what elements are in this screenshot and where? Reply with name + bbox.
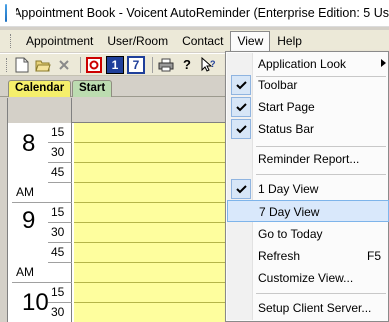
seven-day-label: 7 bbox=[132, 57, 140, 72]
menu-item-label: Customize View... bbox=[258, 271, 354, 285]
minute-label: 15 bbox=[48, 283, 72, 303]
minute-label: 45 bbox=[48, 163, 72, 183]
menu-item-start-page[interactable]: Start Page bbox=[227, 96, 389, 118]
minute-label: 15 bbox=[48, 123, 72, 143]
app-icon bbox=[5, 4, 17, 22]
menu-item-label: Setup Client Server... bbox=[258, 301, 372, 315]
menu-item-1-day-view[interactable]: 1 Day View bbox=[227, 178, 389, 200]
tab-start[interactable]: Start bbox=[72, 80, 113, 97]
toolbar-separator bbox=[152, 56, 153, 73]
menu-item-label: Toolbar bbox=[258, 78, 298, 92]
seven-day-icon[interactable]: 7 bbox=[127, 55, 145, 74]
time-row: 30 bbox=[8, 143, 72, 163]
svg-text:?: ? bbox=[210, 59, 216, 69]
toolbar-separator bbox=[80, 56, 81, 73]
menu-separator bbox=[256, 174, 386, 175]
menu-item-label: Refresh bbox=[258, 249, 301, 263]
refresh-icon[interactable] bbox=[85, 56, 103, 74]
menu-item-reminder-report[interactable]: Reminder Report... bbox=[227, 148, 389, 170]
menu-separator bbox=[256, 293, 386, 294]
menu-item-label: Start Page bbox=[258, 100, 315, 114]
toolbar-grip bbox=[6, 57, 9, 72]
new-icon[interactable] bbox=[13, 56, 31, 74]
menu-item-go-to-today[interactable]: Go to Today bbox=[227, 223, 389, 245]
check-icon bbox=[231, 119, 251, 139]
check-icon bbox=[231, 75, 251, 95]
minute-label: 45 bbox=[48, 243, 72, 263]
minute-label: 30 bbox=[48, 143, 72, 163]
open-icon[interactable] bbox=[34, 56, 52, 74]
menu-item-label: Go to Today bbox=[258, 227, 323, 241]
hour-label: 10 bbox=[22, 289, 49, 316]
menu-item-label: 1 Day View bbox=[258, 182, 319, 196]
time-column: 15 30 45 AM 15 30 45 AM 15 30 8 9 10 bbox=[8, 123, 72, 322]
minute-label: 30 bbox=[48, 303, 72, 322]
menu-user-room[interactable]: User/Room bbox=[100, 31, 175, 51]
ampm-label: AM bbox=[12, 263, 72, 283]
submenu-arrow-icon bbox=[381, 59, 386, 67]
delete-icon[interactable] bbox=[55, 56, 73, 74]
ampm-label: AM bbox=[12, 183, 72, 203]
minute-label: 15 bbox=[48, 203, 72, 223]
calendar-corner bbox=[8, 98, 72, 123]
menu-item-label: Application Look bbox=[258, 57, 347, 71]
time-row: AM bbox=[8, 263, 72, 283]
time-row: AM bbox=[8, 183, 72, 203]
tab-calendar[interactable]: Calendar bbox=[8, 80, 72, 97]
menu-contact[interactable]: Contact bbox=[175, 31, 230, 51]
time-row: 45 bbox=[8, 243, 72, 263]
menu-item-shortcut: F5 bbox=[367, 249, 382, 263]
time-row: 15 bbox=[8, 123, 72, 143]
menu-item-toolbar[interactable]: Toolbar bbox=[227, 74, 389, 96]
time-row: 30 bbox=[8, 223, 72, 243]
hour-label: 9 bbox=[22, 207, 36, 234]
print-icon[interactable] bbox=[157, 56, 175, 74]
menu-item-label: 7 Day View bbox=[259, 205, 320, 219]
menu-item-customize-view[interactable]: Customize View... bbox=[227, 267, 389, 289]
menu-item-setup-client-server[interactable]: Setup Client Server... bbox=[227, 297, 389, 319]
one-day-icon[interactable]: 1 bbox=[106, 55, 124, 74]
question-mark-glyph: ? bbox=[183, 57, 191, 72]
menu-view[interactable]: View bbox=[230, 30, 271, 52]
window-title: Appointment Book - Voicent AutoReminder … bbox=[13, 6, 389, 20]
title-bar: Appointment Book - Voicent AutoReminder … bbox=[0, 0, 389, 27]
menu-item-label: Reminder Report... bbox=[258, 152, 360, 166]
menubar-grip bbox=[10, 34, 13, 48]
time-row: 15 bbox=[8, 203, 72, 223]
hour-label: 8 bbox=[22, 130, 36, 157]
minute-label: 30 bbox=[48, 223, 72, 243]
menu-item-7-day-view[interactable]: 7 Day View bbox=[227, 200, 389, 222]
one-day-label: 1 bbox=[111, 57, 119, 72]
view-menu-dropdown: Application Look Toolbar Start Page Stat… bbox=[225, 51, 389, 322]
menu-item-status-bar[interactable]: Status Bar bbox=[227, 118, 389, 140]
menu-help[interactable]: Help bbox=[270, 31, 309, 51]
menu-separator bbox=[256, 146, 386, 147]
menu-item-label: Status Bar bbox=[258, 122, 315, 136]
time-row: 45 bbox=[8, 163, 72, 183]
menu-bar: Appointment User/Room Contact View Help bbox=[0, 30, 389, 52]
help-icon[interactable]: ? bbox=[178, 56, 196, 74]
check-icon bbox=[231, 179, 251, 199]
menu-item-refresh[interactable]: Refresh F5 bbox=[227, 245, 389, 267]
menu-item-application-look[interactable]: Application Look bbox=[227, 53, 389, 75]
menu-appointment[interactable]: Appointment bbox=[19, 31, 100, 51]
whats-this-icon[interactable]: ? bbox=[199, 56, 217, 74]
check-icon bbox=[231, 97, 251, 117]
